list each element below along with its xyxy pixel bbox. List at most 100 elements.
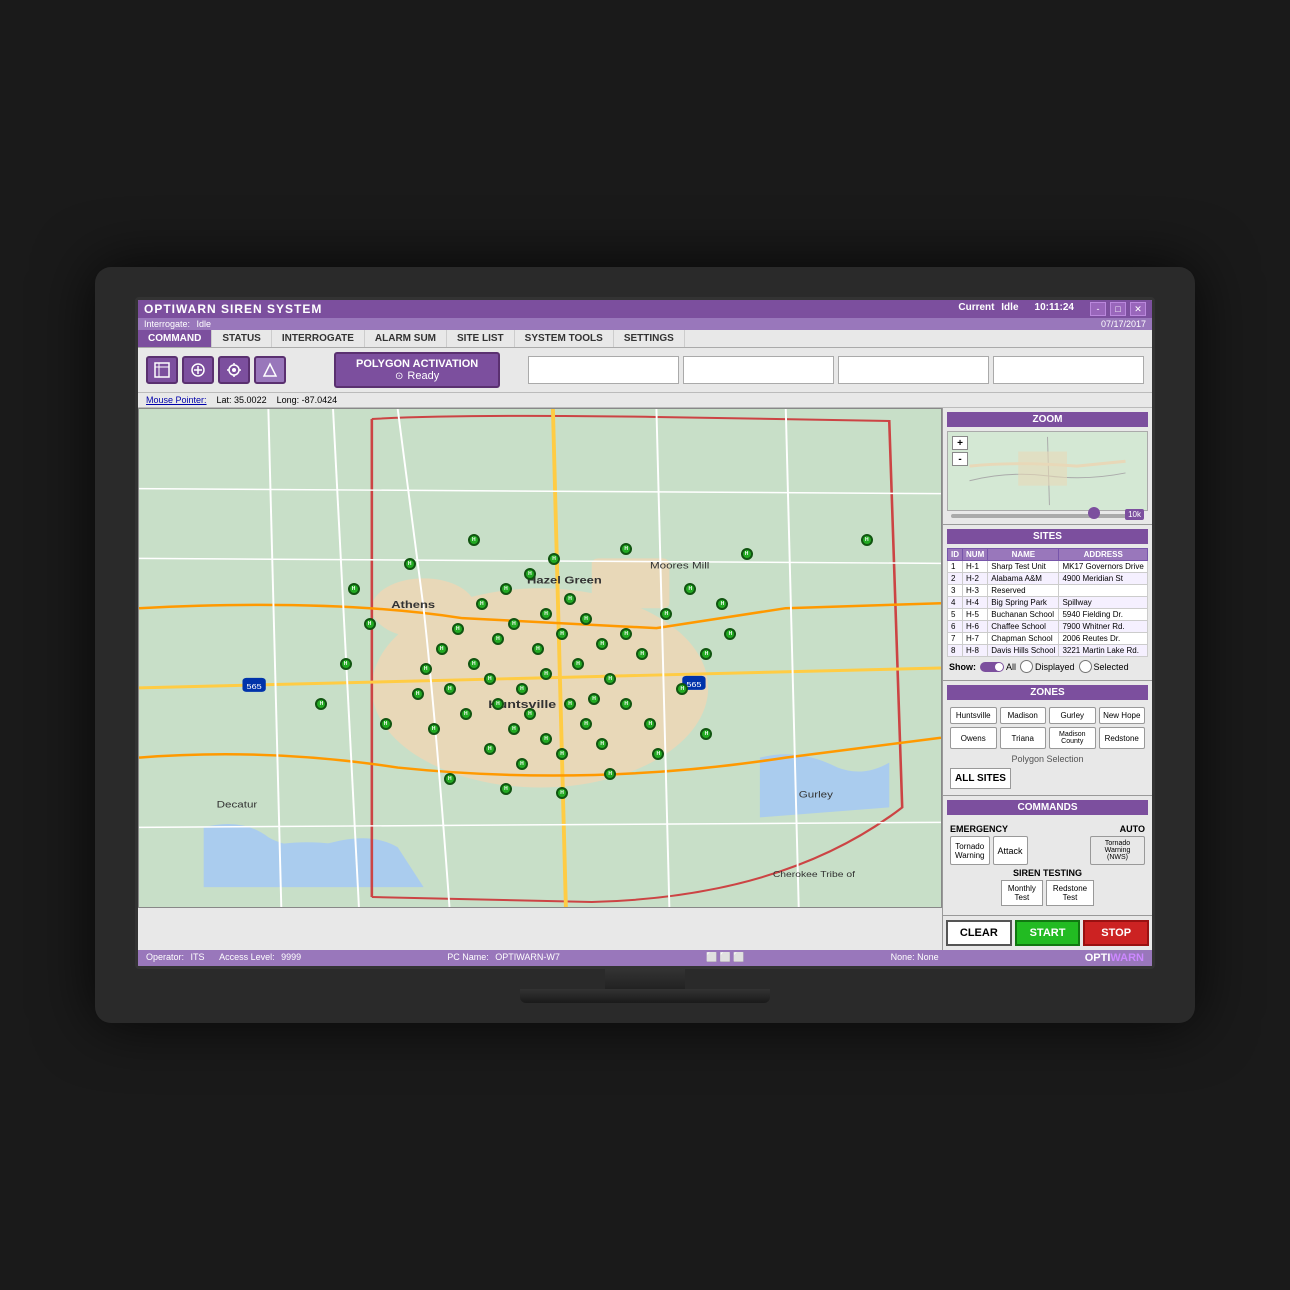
toolbar-btn-3[interactable] <box>218 356 250 384</box>
show-selected[interactable]: Selected <box>1079 660 1129 673</box>
siren-dot[interactable]: H <box>540 733 552 745</box>
siren-dot[interactable]: H <box>564 698 576 710</box>
table-row[interactable]: 7H-7Chapman School2006 Reutes Dr. <box>948 633 1148 645</box>
start-button[interactable]: START <box>1015 920 1081 946</box>
siren-dot[interactable]: H <box>444 773 456 785</box>
siren-dot[interactable]: H <box>420 663 432 675</box>
siren-dot[interactable]: H <box>516 758 528 770</box>
siren-dot[interactable]: H <box>468 534 480 546</box>
auto-tornado-button[interactable]: TornadoWarning (NWS) <box>1090 836 1145 865</box>
zoom-out-button[interactable]: - <box>952 452 968 466</box>
attack-button[interactable]: Attack <box>993 836 1028 865</box>
siren-dot[interactable]: H <box>508 618 520 630</box>
tornado-warning-button[interactable]: TornadoWarning <box>950 836 990 865</box>
siren-dot[interactable]: H <box>404 558 416 570</box>
zone-huntsville[interactable]: Huntsville <box>950 707 997 724</box>
siren-dot[interactable]: H <box>652 748 664 760</box>
table-cell-address: MK17 Governors Drive <box>1059 561 1148 573</box>
close-button[interactable]: ✕ <box>1130 302 1146 316</box>
menu-settings[interactable]: SETTINGS <box>614 330 685 347</box>
siren-dot[interactable]: H <box>468 658 480 670</box>
svg-text:565: 565 <box>686 681 702 689</box>
window-controls[interactable]: - □ ✕ <box>1090 302 1146 316</box>
redstone-test-button[interactable]: RedstoneTest <box>1046 880 1094 906</box>
siren-dot[interactable]: H <box>644 718 656 730</box>
siren-dot[interactable]: H <box>452 623 464 635</box>
toolbar-btn-1[interactable] <box>146 356 178 384</box>
siren-dot[interactable]: H <box>436 643 448 655</box>
zone-madison[interactable]: Madison <box>1000 707 1047 724</box>
siren-dot[interactable]: H <box>556 748 568 760</box>
menu-alarm-sum[interactable]: ALARM SUM <box>365 330 447 347</box>
siren-dot[interactable]: H <box>364 618 376 630</box>
siren-dot[interactable]: H <box>516 683 528 695</box>
siren-dot[interactable]: H <box>500 783 512 795</box>
table-row[interactable]: 8H-8Davis Hills School3221 Martin Lake R… <box>948 645 1148 657</box>
toolbar-btn-2[interactable] <box>182 356 214 384</box>
siren-dot[interactable]: H <box>380 718 392 730</box>
siren-dot[interactable]: H <box>492 698 504 710</box>
menu-status[interactable]: STATUS <box>212 330 272 347</box>
menu-command[interactable]: COMMAND <box>138 330 212 347</box>
table-cell-id: 2 <box>948 573 963 585</box>
siren-dot[interactable]: H <box>476 598 488 610</box>
toolbar-btn-4[interactable] <box>254 356 286 384</box>
table-row[interactable]: 4H-4Big Spring ParkSpillway <box>948 597 1148 609</box>
table-row[interactable]: 1H-1Sharp Test UnitMK17 Governors Drive <box>948 561 1148 573</box>
zoom-in-button[interactable]: + <box>952 436 968 450</box>
siren-dot[interactable]: H <box>508 723 520 735</box>
clear-button[interactable]: CLEAR <box>946 920 1012 946</box>
siren-dot[interactable]: H <box>620 698 632 710</box>
zone-redstone[interactable]: Redstone <box>1099 727 1146 749</box>
menu-interrogate[interactable]: INTERROGATE <box>272 330 365 347</box>
siren-dot[interactable]: H <box>588 693 600 705</box>
table-row[interactable]: 3H-3Reserved <box>948 585 1148 597</box>
siren-dot[interactable]: H <box>580 718 592 730</box>
siren-dot[interactable]: H <box>572 658 584 670</box>
show-all[interactable]: All <box>980 662 1016 672</box>
col-address: ADDRESS <box>1059 549 1148 561</box>
zoom-handle[interactable] <box>1088 507 1100 519</box>
menu-system-tools[interactable]: SYSTEM TOOLS <box>515 330 614 347</box>
all-sites-button[interactable]: ALL SITES <box>950 768 1011 789</box>
siren-dot[interactable]: H <box>492 633 504 645</box>
table-cell-name: Buchanan School <box>988 609 1059 621</box>
zoom-container: + - 10k <box>947 431 1148 520</box>
mouse-pointer-link[interactable]: Mouse Pointer: <box>146 395 207 405</box>
zone-madison-county[interactable]: Madison County <box>1049 727 1096 749</box>
siren-dot[interactable]: H <box>604 673 616 685</box>
map-area[interactable]: Legend <box>138 408 942 908</box>
siren-dot[interactable]: H <box>524 708 536 720</box>
stop-button[interactable]: STOP <box>1083 920 1149 946</box>
zone-owens[interactable]: Owens <box>950 727 997 749</box>
table-row[interactable]: 2H-2Alabama A&M4900 Meridian St <box>948 573 1148 585</box>
col-id: ID <box>948 549 963 561</box>
siren-dot[interactable]: H <box>596 738 608 750</box>
siren-dot[interactable]: H <box>444 683 456 695</box>
siren-dot[interactable]: H <box>484 743 496 755</box>
siren-dot[interactable]: H <box>460 708 472 720</box>
siren-dot[interactable]: H <box>428 723 440 735</box>
minimize-button[interactable]: - <box>1090 302 1106 316</box>
table-row[interactable]: 5H-5Buchanan School5940 Fielding Dr. <box>948 609 1148 621</box>
siren-dot[interactable]: H <box>861 534 873 546</box>
show-displayed-radio[interactable] <box>1020 660 1033 673</box>
siren-dot[interactable]: H <box>604 768 616 780</box>
table-row[interactable]: 6H-6Chaffee School7900 Whitner Rd. <box>948 621 1148 633</box>
siren-dot[interactable]: H <box>412 688 424 700</box>
show-selected-radio[interactable] <box>1079 660 1092 673</box>
siren-dot[interactable]: H <box>340 658 352 670</box>
show-all-toggle[interactable] <box>980 662 1004 672</box>
siren-dot[interactable]: H <box>532 643 544 655</box>
show-displayed[interactable]: Displayed <box>1020 660 1075 673</box>
zone-triana[interactable]: Triana <box>1000 727 1047 749</box>
zone-new-hope[interactable]: New Hope <box>1099 707 1146 724</box>
maximize-button[interactable]: □ <box>1110 302 1126 316</box>
zone-gurley[interactable]: Gurley <box>1049 707 1096 724</box>
siren-dot[interactable]: H <box>741 548 753 560</box>
monthly-test-button[interactable]: MonthlyTest <box>1001 880 1043 906</box>
menu-site-list[interactable]: SITE LIST <box>447 330 515 347</box>
siren-dot[interactable]: H <box>484 673 496 685</box>
siren-dot[interactable]: H <box>348 583 360 595</box>
siren-dot[interactable]: H <box>540 668 552 680</box>
